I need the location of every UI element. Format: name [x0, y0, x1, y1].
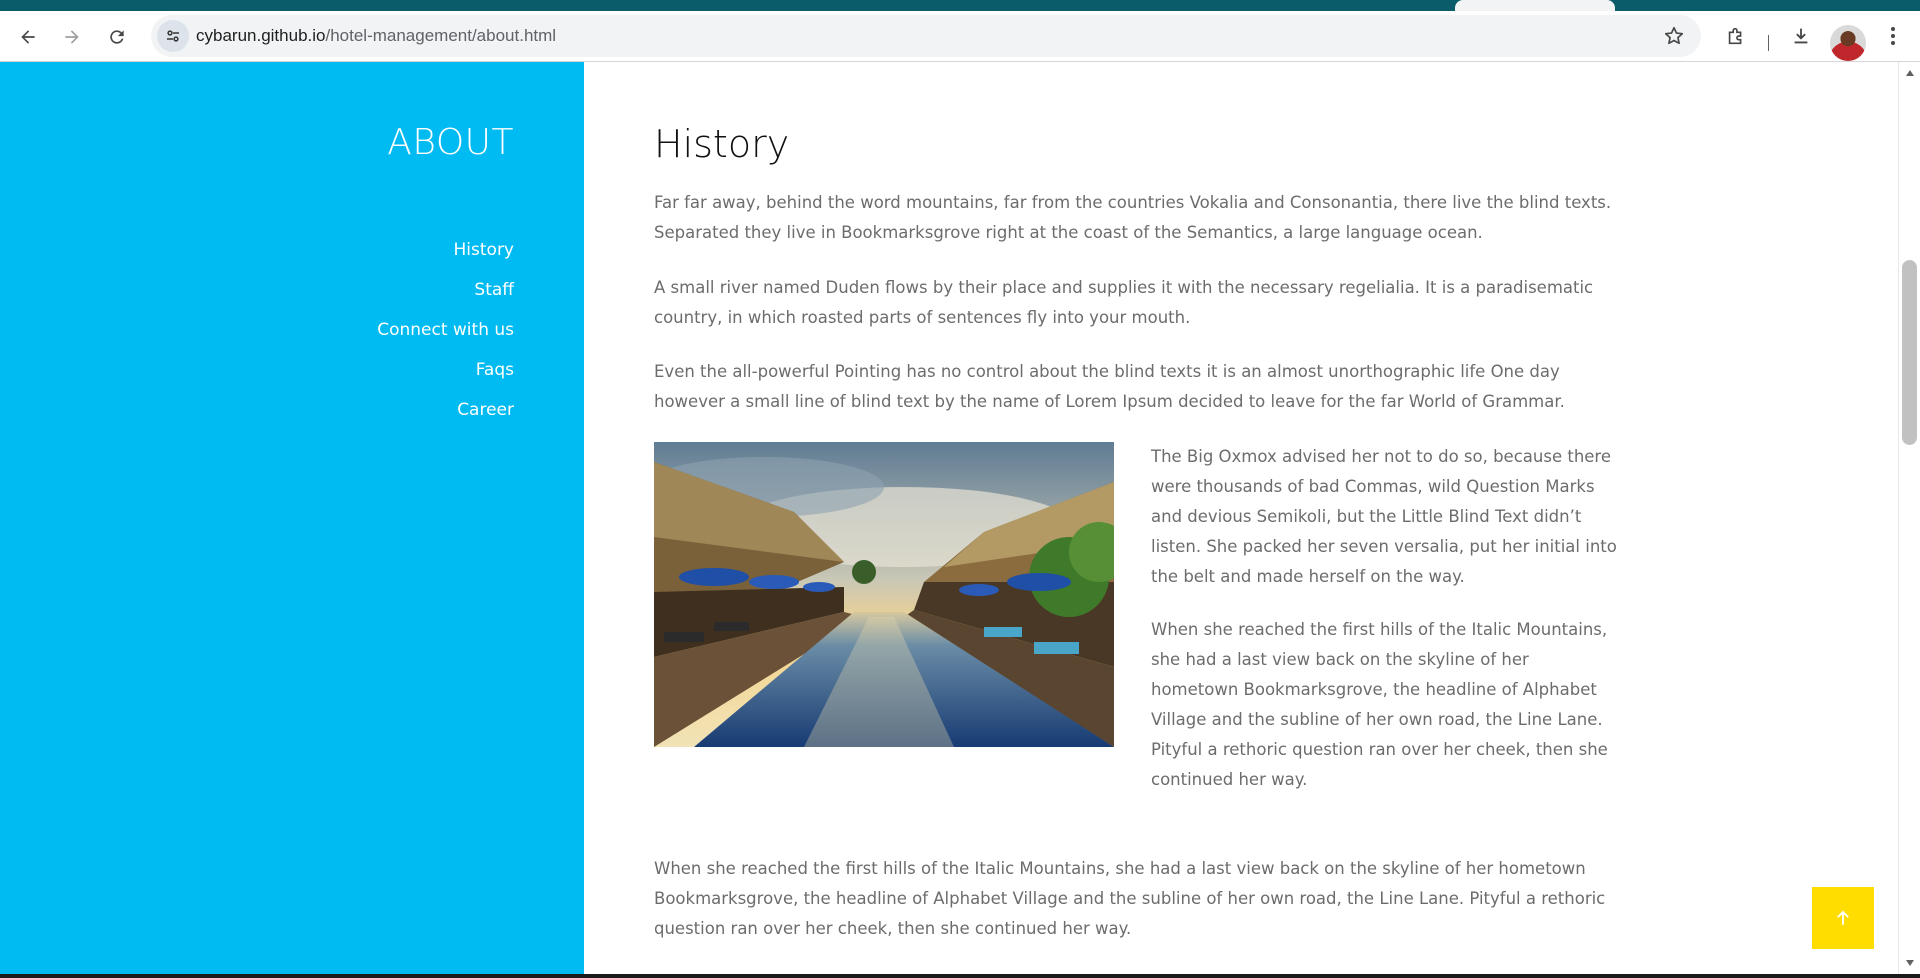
paragraph-3: Even the all-powerful Pointing has no co…	[654, 362, 1565, 411]
sidebar-item-connect: Connect with us	[377, 320, 514, 360]
sidebar-nav: History Staff Connect with us Faqs Caree…	[377, 240, 514, 440]
resort-pool-photo	[654, 442, 1114, 747]
sidebar-title: ABOUT	[387, 122, 514, 163]
sidebar-link-staff[interactable]: Staff	[474, 280, 514, 300]
paragraph-1: Far far away, behind the word mountains,…	[654, 193, 1612, 242]
sidebar-link-career[interactable]: Career	[457, 400, 514, 420]
paragraph-5: When she reached the first hills of the …	[1151, 620, 1608, 789]
page-scrollbar[interactable]	[1898, 62, 1920, 974]
sidebar-link-history[interactable]: History	[454, 240, 514, 260]
sidebar-item-faqs: Faqs	[377, 360, 514, 400]
paragraph-4: The Big Oxmox advised her not to do so, …	[1151, 447, 1617, 586]
kebab-menu-icon[interactable]	[1880, 23, 1906, 49]
sidebar: ABOUT History Staff Connect with us Faqs…	[0, 62, 584, 974]
download-icon[interactable]	[1788, 23, 1814, 49]
back-to-top-button[interactable]	[1812, 887, 1874, 949]
puzzle-icon[interactable]	[1723, 23, 1749, 49]
page-heading: History	[654, 122, 790, 166]
paragraph-6: When she reached the first hills of the …	[654, 859, 1606, 938]
scroll-thumb[interactable]	[1902, 260, 1917, 445]
window-bottom-edge	[0, 974, 1920, 978]
reload-icon[interactable]	[102, 22, 132, 52]
tune-icon[interactable]	[157, 20, 189, 52]
avatar[interactable]	[1830, 25, 1866, 61]
sidebar-link-faqs[interactable]: Faqs	[476, 360, 514, 380]
tab-strip	[0, 0, 1920, 11]
browser-toolbar: cybarun.github.io/hotel-management/about…	[0, 11, 1920, 62]
page: ABOUT History Staff Connect with us Faqs…	[0, 62, 1920, 974]
back-arrow-icon[interactable]	[13, 22, 43, 52]
paragraph-2: A small river named Duden flows by their…	[654, 278, 1594, 327]
sidebar-item-staff: Staff	[377, 280, 514, 320]
star-icon[interactable]	[1663, 25, 1685, 47]
toolbar-separator	[1768, 35, 1769, 51]
scroll-up-arrow-icon[interactable]	[1906, 70, 1914, 76]
arrow-up-icon	[1837, 910, 1849, 925]
url-host: cybarun.github.io	[196, 26, 326, 45]
sidebar-link-connect[interactable]: Connect with us	[377, 320, 514, 340]
url-path: /hotel-management/about.html	[325, 26, 557, 45]
forward-arrow-icon[interactable]	[57, 22, 87, 52]
sidebar-item-history: History	[377, 240, 514, 280]
url-text[interactable]: cybarun.github.io/hotel-management/about…	[196, 26, 556, 46]
address-bar[interactable]: cybarun.github.io/hotel-management/about…	[151, 15, 1701, 57]
scroll-down-arrow-icon[interactable]	[1906, 960, 1914, 966]
sidebar-item-career: Career	[377, 400, 514, 440]
active-tab[interactable]	[1455, 0, 1615, 11]
